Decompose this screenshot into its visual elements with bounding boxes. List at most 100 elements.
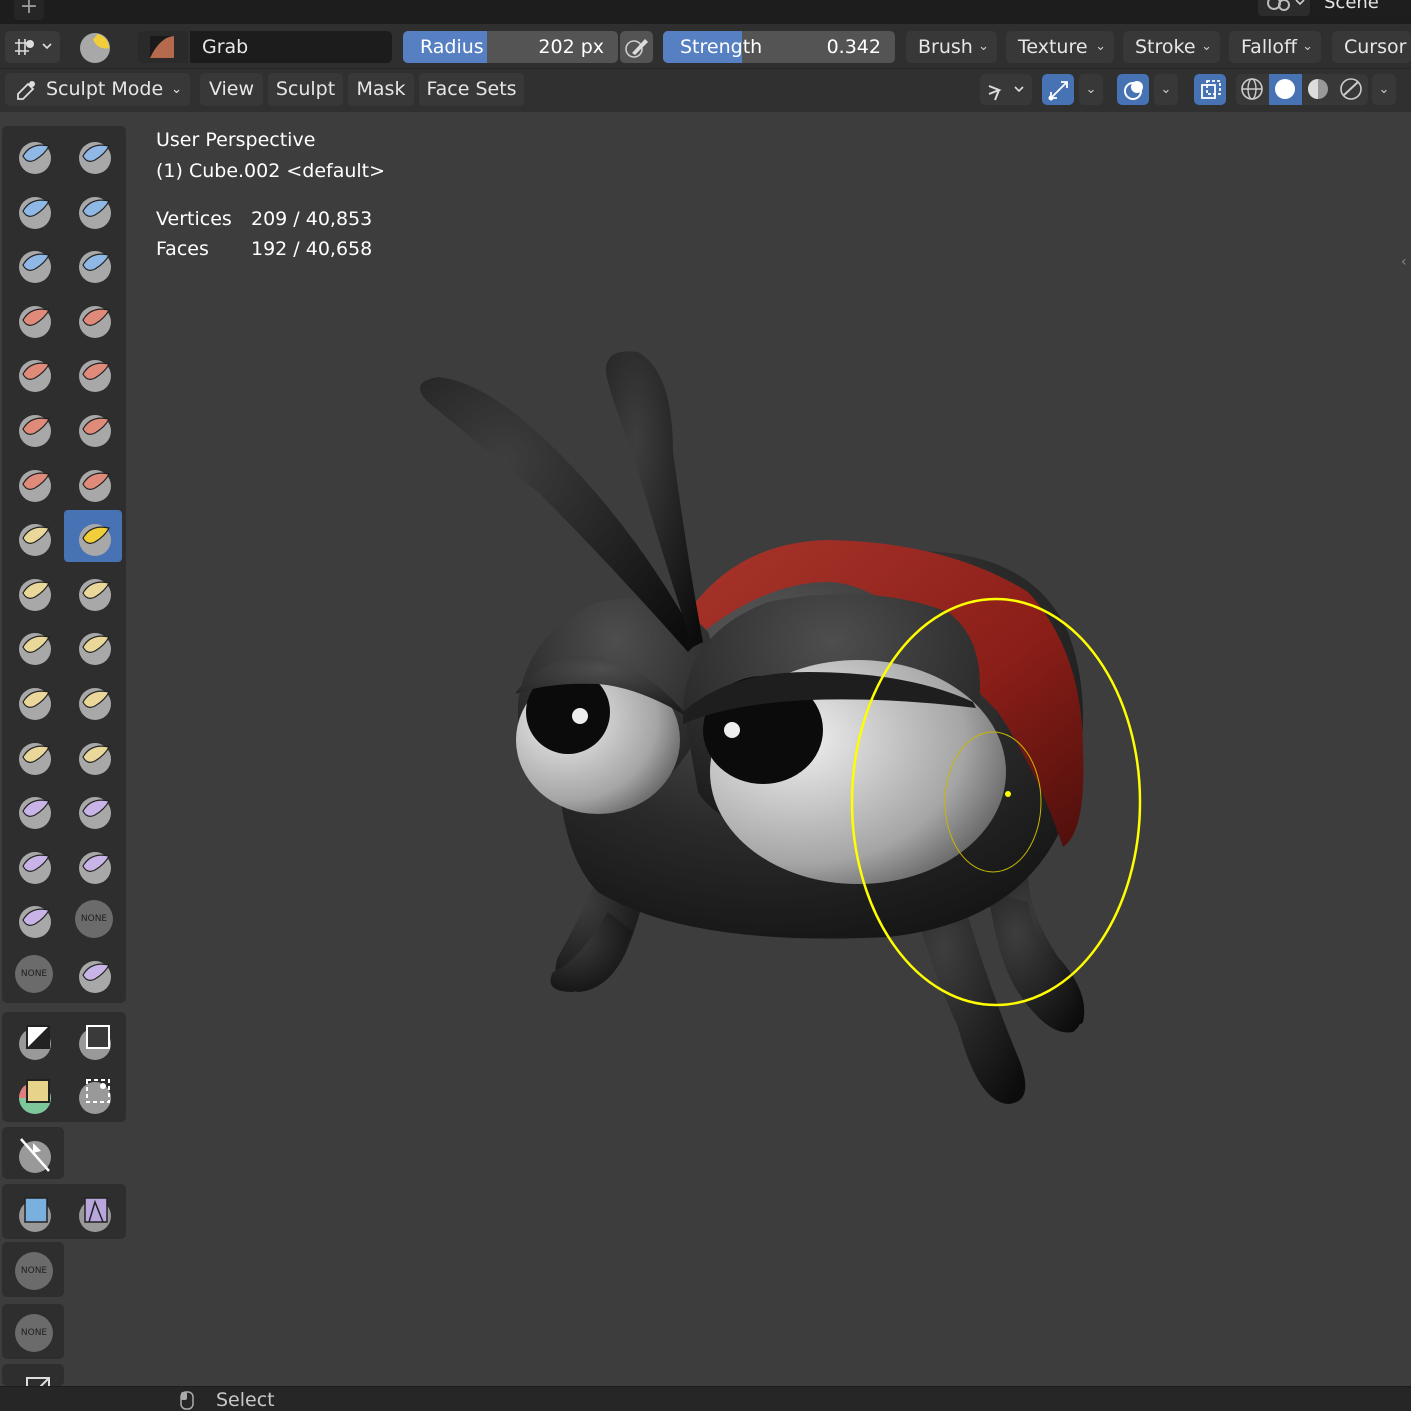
line-project-tool[interactable] <box>4 1127 62 1179</box>
scene-name-field[interactable]: Scene <box>1312 0 1411 16</box>
face-sets-menu[interactable]: Face Sets <box>419 73 524 106</box>
mask-menu[interactable]: Mask <box>348 73 414 106</box>
box-hide-tool[interactable] <box>64 1014 122 1066</box>
multires-displacement-eraser-tool[interactable] <box>4 892 62 944</box>
falloff-menu-label: Falloff <box>1241 36 1298 58</box>
boundary-tool[interactable] <box>64 729 122 781</box>
smear-icon <box>79 961 111 993</box>
mouse-left-click-icon <box>180 1391 194 1410</box>
stroke-menu-dropdown[interactable]: Stroke ⌄ <box>1123 31 1220 63</box>
grab-icon <box>79 524 111 557</box>
nudge-tool[interactable] <box>4 674 62 726</box>
viewport-header: Sculpt Mode ⌄ View Sculpt Mask Face Sets … <box>0 69 1411 112</box>
sculpt-toolbar: NONE NONE NONE NONE <box>0 124 128 1386</box>
radius-value: 202 px <box>538 36 604 58</box>
material-shading-icon <box>1308 79 1328 99</box>
thumb-icon <box>19 633 51 666</box>
chevron-down-icon: ⌄ <box>978 39 989 54</box>
mode-selector-dropdown[interactable]: Sculpt Mode ⌄ <box>5 73 190 106</box>
mesh-filter-tool[interactable] <box>4 1186 62 1238</box>
elastic-deform-tool[interactable] <box>4 565 62 617</box>
simplify-tool[interactable] <box>64 783 122 835</box>
sculpt-menu[interactable]: Sculpt <box>268 73 343 106</box>
xray-toggle[interactable] <box>1194 74 1226 105</box>
3d-viewport[interactable]: User Perspective (1) Cube.002 <default> … <box>128 112 1411 1386</box>
sidebar-expand-icon[interactable]: ‹ <box>1401 254 1411 270</box>
draw-sharp-tool[interactable] <box>64 128 122 180</box>
gizmo-toggle[interactable] <box>1042 74 1074 105</box>
crease-tool[interactable] <box>4 346 62 398</box>
slide-relax-tool[interactable] <box>4 729 62 781</box>
draw-tool[interactable] <box>4 128 62 180</box>
multires-displacement-eraser-icon <box>19 906 51 939</box>
mask-icon <box>19 851 51 884</box>
overlays-toggle[interactable] <box>1117 74 1149 105</box>
box-mask-tool[interactable] <box>4 1014 62 1066</box>
rendered-shading-icon <box>1340 78 1362 100</box>
cloth-filter-tool[interactable] <box>64 1186 122 1238</box>
color-filter-tool[interactable]: NONE <box>4 1244 62 1296</box>
annotate-icon <box>26 1377 50 1386</box>
shading-chevron-down-icon[interactable]: ⌄ <box>1372 74 1396 105</box>
brush-name-field[interactable]: Grab <box>190 31 392 63</box>
fill-tool[interactable] <box>64 401 122 453</box>
snake-hook-tool[interactable] <box>64 565 122 617</box>
view-transform-dropdown[interactable] <box>980 74 1032 105</box>
smooth-tool[interactable] <box>64 346 122 398</box>
shading-mode-group <box>1236 74 1368 105</box>
fill-icon <box>79 415 111 447</box>
mask-tool[interactable] <box>4 838 62 890</box>
box-face-set-tool[interactable] <box>4 1068 62 1120</box>
brush-texture-thumbnail[interactable] <box>138 31 188 63</box>
falloff-menu-dropdown[interactable]: Falloff ⌄ <box>1229 31 1321 63</box>
scrape-tool[interactable] <box>4 456 62 508</box>
grab-tool[interactable] <box>64 510 122 563</box>
blob-tool[interactable] <box>64 292 122 344</box>
inflate-tool[interactable] <box>4 292 62 344</box>
flatten-tool[interactable] <box>4 401 62 453</box>
thumb-tool[interactable] <box>4 619 62 671</box>
mask-tools-group <box>2 1012 126 1122</box>
clay-thumb-tool[interactable] <box>4 237 62 289</box>
multires-displacement-smear-tool[interactable]: NONE <box>64 892 122 944</box>
box-trim-tool[interactable] <box>64 1068 122 1120</box>
pen-pressure-icon <box>625 39 648 58</box>
tool-selector-dropdown[interactable] <box>5 31 60 63</box>
annotate-tool[interactable] <box>4 1366 62 1386</box>
cursor-menu-dropdown[interactable]: Cursor <box>1332 31 1411 63</box>
xray-icon <box>1201 80 1221 99</box>
line-project-icon <box>19 1138 51 1173</box>
solid-shading-icon <box>1275 79 1295 99</box>
status-select-hint: Select <box>216 1389 275 1411</box>
rotate-tool[interactable] <box>64 674 122 726</box>
cloth-tool[interactable] <box>4 783 62 835</box>
radius-pressure-toggle[interactable] <box>620 31 653 63</box>
gizmo-chevron-down-icon[interactable]: ⌄ <box>1079 74 1103 105</box>
color-filter-group: NONE <box>2 1242 64 1297</box>
flatten-icon <box>19 415 51 447</box>
radius-slider[interactable]: Radius 202 px <box>403 31 618 63</box>
overlays-chevron-down-icon[interactable]: ⌄ <box>1154 74 1178 105</box>
workspace-top-strip: + Scene <box>0 0 1411 24</box>
wireframe-shading-icon <box>1241 78 1263 100</box>
pinch-tool[interactable] <box>4 510 62 562</box>
pose-tool[interactable] <box>64 619 122 671</box>
clay-tool[interactable] <box>4 183 62 235</box>
viewport-canvas <box>420 351 1142 1104</box>
gizmo-icon <box>1048 81 1068 101</box>
view-menu[interactable]: View <box>200 73 263 106</box>
multiplane-scrape-tool[interactable] <box>64 456 122 508</box>
strength-slider[interactable]: Strength 0.342 <box>663 31 895 63</box>
brush-preview-button[interactable] <box>75 31 120 63</box>
edit-face-set-tool[interactable]: NONE <box>4 1306 62 1358</box>
draw-face-sets-tool[interactable] <box>64 838 122 890</box>
smear-tool[interactable] <box>64 947 122 999</box>
scene-selector-button[interactable] <box>1258 0 1310 16</box>
clay-strips-tool[interactable] <box>64 183 122 235</box>
texture-menu-dropdown[interactable]: Texture ⌄ <box>1006 31 1114 63</box>
add-workspace-button[interactable]: + <box>14 0 44 20</box>
bug-model <box>420 351 1085 1104</box>
brush-menu-dropdown[interactable]: Brush ⌄ <box>906 31 997 63</box>
layer-tool[interactable] <box>64 237 122 289</box>
paint-tool[interactable]: NONE <box>4 947 62 999</box>
